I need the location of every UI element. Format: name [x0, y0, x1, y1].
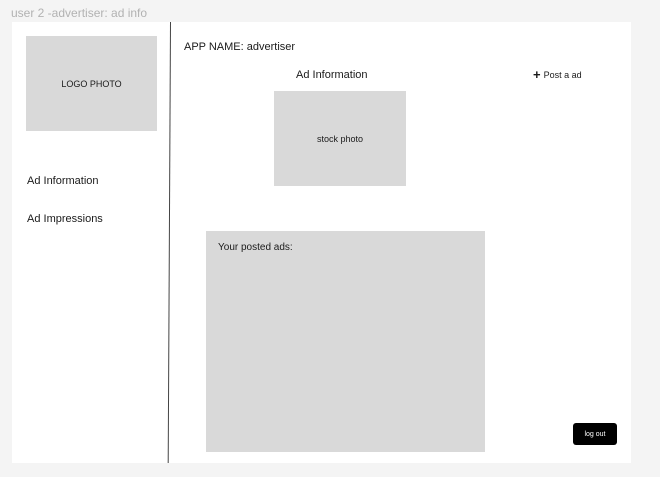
post-ad-label: Post a ad [543, 70, 582, 80]
frame-title: user 2 -advertiser: ad info [11, 6, 148, 20]
post-ad-button[interactable]: + Post a ad [533, 67, 582, 82]
sidebar-item-ad-impressions[interactable]: Ad Impressions [27, 213, 103, 225]
plus-icon: + [533, 67, 541, 82]
logo-placeholder: LOGO PHOTO [26, 36, 157, 131]
sidebar-divider [167, 22, 171, 463]
stock-photo-label: stock photo [316, 133, 364, 144]
section-title: Ad Information [296, 69, 368, 81]
sidebar-item-ad-information[interactable]: Ad Information [27, 175, 99, 187]
app-name: APP NAME: advertiser [184, 41, 296, 53]
logout-button[interactable]: log out [573, 423, 617, 445]
posted-ads-panel: Your posted ads: [206, 231, 485, 452]
stock-photo-placeholder: stock photo [274, 91, 406, 186]
logo-label: LOGO PHOTO [61, 78, 122, 89]
app-frame: LOGO PHOTO Ad Information Ad Impressions… [12, 22, 631, 463]
posted-ads-label: Your posted ads: [218, 242, 293, 253]
